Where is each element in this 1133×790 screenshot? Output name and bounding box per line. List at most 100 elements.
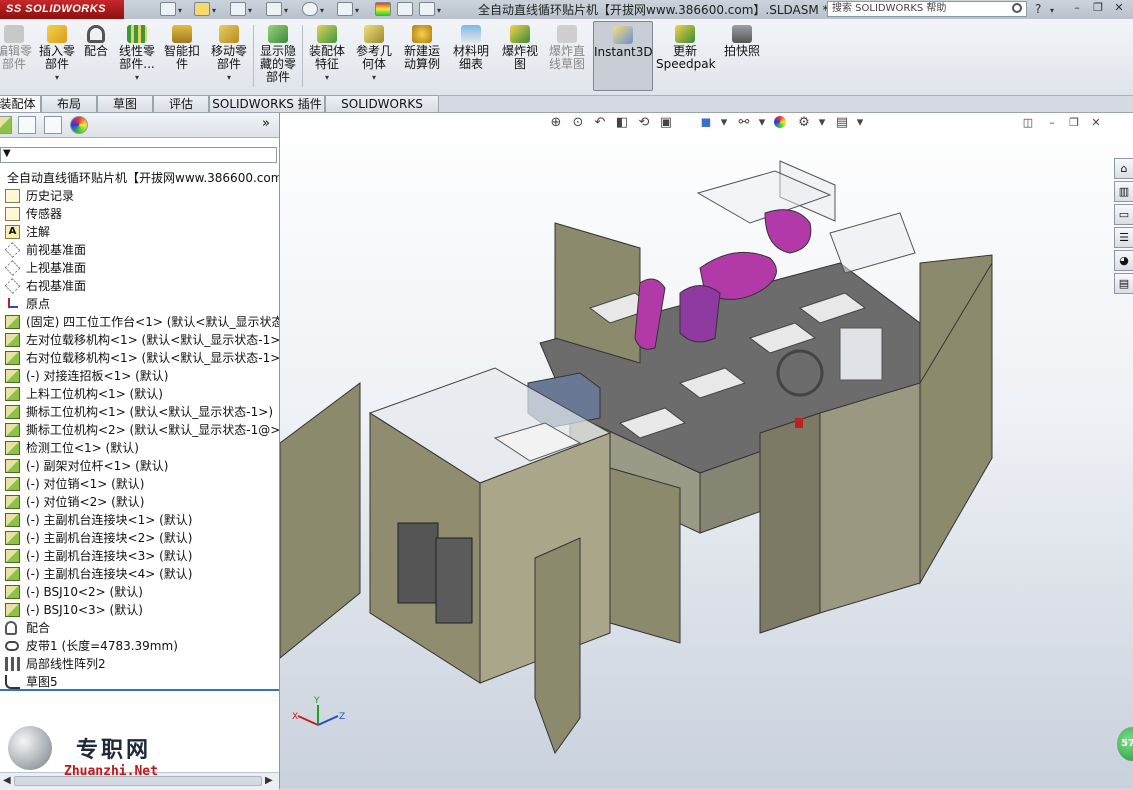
part-icon [5, 369, 20, 383]
tree-item[interactable]: 上料工位机构<1> (默认) [0, 385, 279, 403]
bill-of-materials-button[interactable]: 材料明 细表 [448, 21, 494, 91]
ribbon-separator [253, 25, 254, 87]
options-icon[interactable] [419, 2, 435, 16]
chevron-down-icon[interactable]: ▾ [355, 6, 359, 15]
tree-item-label: 撕标工位机构<1> (默认<默认_显示状态-1>) [26, 405, 273, 419]
chevron-down-icon[interactable]: ▾ [305, 71, 349, 84]
tree-item[interactable]: A 注解 [0, 223, 279, 241]
tree-rollback-bar[interactable] [0, 689, 279, 691]
take-snapshot-button[interactable]: 拍快照 [720, 21, 764, 91]
search-icon[interactable] [1012, 3, 1022, 13]
tree-item-label: 皮带1 (长度=4783.39mm) [26, 639, 178, 653]
restore-icon[interactable]: ❐ [1091, 2, 1105, 14]
tree-item[interactable]: 检测工位<1> (默认) [0, 439, 279, 457]
show-hidden-label: 显示隐 藏的零 部件 [259, 44, 296, 84]
print-icon[interactable] [230, 2, 246, 16]
chevron-down-icon[interactable]: ▾ [206, 71, 252, 84]
tree-item-label: 撕标工位机构<2> (默认<默认_显示状态-1@>) [26, 423, 279, 437]
smart-fasteners-button[interactable]: 智能扣 件 [161, 21, 203, 91]
graphics-viewport[interactable]: ⊕ ⊙ ↶ ◧ ⟲ ▣ ◼ ▾ ⚯ ▾ ⚙ ▾ ▤ ▾ ◫ – ❐ ✕ ⌂ ▥ … [280, 113, 1133, 789]
minimize-icon[interactable]: – [1070, 2, 1084, 14]
tab-evaluate[interactable]: 评估 [153, 95, 209, 112]
scroll-right-icon[interactable]: ▶ [265, 775, 273, 786]
display-manager-tab-icon[interactable] [70, 116, 88, 134]
sketch-icon [5, 675, 20, 689]
file-properties-icon[interactable] [397, 2, 413, 16]
tab-assembly[interactable]: 装配体 [0, 95, 41, 113]
chevron-down-icon[interactable]: ▾ [320, 6, 324, 15]
tree-filter-input[interactable]: ▼ [0, 147, 277, 163]
move-component-button[interactable]: 移动零 部件 ▾ [206, 21, 252, 91]
configuration-manager-tab-icon[interactable] [44, 116, 62, 134]
chevron-down-icon[interactable]: ▾ [248, 6, 252, 15]
chevron-down-icon[interactable]: ▾ [352, 71, 396, 84]
tab-addins[interactable]: SOLIDWORKS 插件 [209, 95, 325, 112]
tree-item[interactable]: 右视基准面 [0, 277, 279, 295]
tree-item[interactable]: 局部线性阵列2 [0, 655, 279, 673]
chevron-down-icon[interactable]: ▾ [1050, 6, 1054, 15]
expand-panel-icon[interactable]: » [262, 116, 270, 131]
tree-item[interactable]: (-) 主副机台连接块<4> (默认) [0, 565, 279, 583]
tree-item[interactable]: 配合 [0, 619, 279, 637]
exploded-view-button[interactable]: 爆炸视 图 [497, 21, 543, 91]
chevron-down-icon[interactable]: ▾ [178, 6, 182, 15]
close-icon[interactable]: ✕ [1112, 2, 1126, 14]
tree-item[interactable]: 撕标工位机构<1> (默认<默认_显示状态-1>) [0, 403, 279, 421]
chevron-down-icon[interactable]: ▾ [284, 6, 288, 15]
tree-item[interactable]: (-) BSJ10<3> (默认) [0, 601, 279, 619]
tree-item[interactable]: 撕标工位机构<2> (默认<默认_显示状态-1@>) [0, 421, 279, 439]
tree-item[interactable]: (-) 副架对位杆<1> (默认) [0, 457, 279, 475]
new-motion-study-button[interactable]: 新建运 动算例 [399, 21, 445, 91]
tree-root[interactable]: 全自动直线循环贴片机【开拔网www.386600.com】 [0, 169, 279, 187]
open-folder-icon[interactable] [194, 2, 210, 16]
rebuild-icon[interactable] [375, 2, 391, 16]
new-document-icon[interactable] [160, 2, 176, 16]
tree-item[interactable]: (-) 对位销<2> (默认) [0, 493, 279, 511]
select-pointer-icon[interactable] [337, 2, 353, 16]
tree-item[interactable]: 皮带1 (长度=4783.39mm) [0, 637, 279, 655]
save-icon[interactable] [266, 2, 282, 16]
tab-layout[interactable]: 布局 [41, 95, 97, 112]
solidworks-logo: SS SOLIDWORKS [0, 0, 124, 19]
chevron-down-icon[interactable]: ▾ [36, 71, 78, 84]
update-speedpak-button[interactable]: 更新 Speedpak [656, 21, 716, 91]
insert-components-button[interactable]: 插入零 部件 ▾ [36, 21, 78, 91]
tree-item[interactable]: 原点 [0, 295, 279, 313]
tree-item[interactable]: (-) 主副机台连接块<3> (默认) [0, 547, 279, 565]
tree-item[interactable]: (-) BSJ10<2> (默认) [0, 583, 279, 601]
help-icon[interactable]: ? [1035, 2, 1041, 16]
tree-item[interactable]: (-) 对接连招板<1> (默认) [0, 367, 279, 385]
linear-component-pattern-button[interactable]: 线性零 部件... ▾ [114, 21, 160, 91]
machine-3d-model[interactable]: X Y Z [280, 113, 1133, 789]
tree-item[interactable]: (-) 对位销<1> (默认) [0, 475, 279, 493]
tree-item[interactable]: (-) 主副机台连接块<1> (默认) [0, 511, 279, 529]
instant3d-button[interactable]: Instant3D [593, 21, 653, 91]
tree-item[interactable]: 历史记录 [0, 187, 279, 205]
show-hidden-components-button[interactable]: 显示隐 藏的零 部件 [256, 21, 300, 91]
undo-icon[interactable] [302, 2, 318, 16]
mate-button[interactable]: 配合 [80, 21, 112, 91]
explode-line-sketch-button[interactable]: 爆炸直 线草图 [545, 21, 589, 91]
edit-component-button[interactable]: 编辑零 部件 [0, 21, 36, 91]
property-manager-tab-icon[interactable] [18, 116, 36, 134]
exploded-view-label: 爆炸视 图 [501, 44, 538, 71]
reference-geometry-button[interactable]: 参考几 何体 ▾ [352, 21, 396, 91]
tree-item[interactable]: 左对位载移机构<1> (默认<默认_显示状态-1>) [0, 331, 279, 349]
assembly-features-button[interactable]: 装配体 特征 ▾ [305, 21, 349, 91]
chevron-down-icon[interactable]: ▾ [114, 71, 160, 84]
smart-fasteners-icon [172, 25, 192, 43]
tree-item-label: (-) 对接连招板<1> (默认) [26, 369, 169, 383]
tree-item[interactable]: 前视基准面 [0, 241, 279, 259]
tree-item[interactable]: 传感器 [0, 205, 279, 223]
tree-item[interactable]: 上视基准面 [0, 259, 279, 277]
chevron-down-icon[interactable]: ▾ [212, 6, 216, 15]
filter-icon[interactable]: ▼ [3, 148, 11, 159]
feature-tree-tab-icon[interactable] [0, 116, 12, 134]
tab-mbd[interactable]: SOLIDWORKS MBD [325, 95, 439, 128]
chevron-down-icon[interactable]: ▾ [437, 6, 441, 15]
tree-item[interactable]: 右对位载移机构<1> (默认<默认_显示状态-1>) [0, 349, 279, 367]
tab-sketch[interactable]: 草图 [97, 95, 153, 112]
tree-item[interactable]: (-) 主副机台连接块<2> (默认) [0, 529, 279, 547]
tree-item[interactable]: (固定) 四工位工作台<1> (默认<默认_显示状态 [0, 313, 279, 331]
help-search-input[interactable]: 搜索 SOLIDWORKS 帮助 [827, 1, 1027, 17]
